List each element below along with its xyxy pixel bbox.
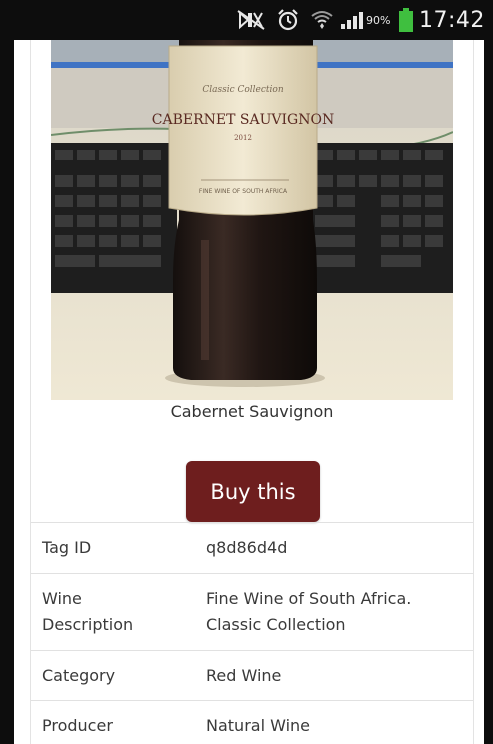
signal-icon bbox=[339, 0, 365, 40]
buy-button[interactable]: Buy this bbox=[186, 461, 320, 522]
photo-label-year: 2012 bbox=[234, 134, 252, 142]
product-card: Classic Collection CABERNET SAUVIGNON 20… bbox=[30, 40, 474, 744]
wine-description-value-line2: Classic Collection bbox=[206, 615, 346, 634]
wine-description-label-line1: Wine bbox=[42, 589, 82, 608]
wine-description-label-line2: Description bbox=[42, 615, 134, 634]
svg-text:Classic Collection: Classic Collection bbox=[202, 85, 283, 95]
phone-screen: 90% 17:42 Classic Collection CABERNET SA… bbox=[0, 0, 493, 744]
category-value: Red Wine bbox=[206, 666, 282, 685]
producer-value: Natural Wine bbox=[206, 716, 310, 735]
battery-percent: 90% bbox=[366, 13, 391, 27]
clock-time: 17:42 bbox=[419, 7, 485, 33]
product-photo: Classic Collection CABERNET SAUVIGNON 20… bbox=[51, 40, 453, 400]
battery-icon bbox=[398, 0, 414, 40]
tag-id-label: Tag ID bbox=[42, 538, 92, 557]
page-content[interactable]: Classic Collection CABERNET SAUVIGNON 20… bbox=[14, 40, 484, 744]
details-table: Tag ID q8d86d4d Wine Description Fine Wi… bbox=[31, 522, 473, 744]
tag-id-value: q8d86d4d bbox=[206, 538, 288, 557]
wine-description-value: Fine Wine of South Africa. Classic Colle… bbox=[206, 586, 466, 638]
table-row-producer: Producer Natural Wine bbox=[31, 700, 473, 744]
wine-description-label: Wine Description bbox=[42, 586, 172, 638]
screen-edge-right bbox=[484, 40, 493, 744]
product-caption: Cabernet Sauvignon bbox=[170, 402, 334, 421]
svg-text:FINE WINE OF SOUTH AFRICA: FINE WINE OF SOUTH AFRICA bbox=[199, 188, 288, 195]
photo-label-title: CABERNET SAUVIGNON bbox=[152, 112, 334, 128]
category-label: Category bbox=[42, 666, 116, 685]
wifi-icon bbox=[310, 0, 334, 40]
alarm-icon bbox=[276, 0, 300, 40]
producer-label: Producer bbox=[42, 716, 113, 735]
wine-description-value-line1: Fine Wine of South Africa. bbox=[206, 589, 412, 608]
status-bar: 90% 17:42 bbox=[0, 0, 493, 40]
screen-edge-left bbox=[0, 40, 14, 744]
mute-icon bbox=[236, 0, 266, 40]
table-row-category: Category Red Wine bbox=[31, 650, 473, 700]
table-row-wine-description: Wine Description Fine Wine of South Afri… bbox=[31, 573, 473, 650]
table-row-tag-id: Tag ID q8d86d4d bbox=[31, 522, 473, 573]
